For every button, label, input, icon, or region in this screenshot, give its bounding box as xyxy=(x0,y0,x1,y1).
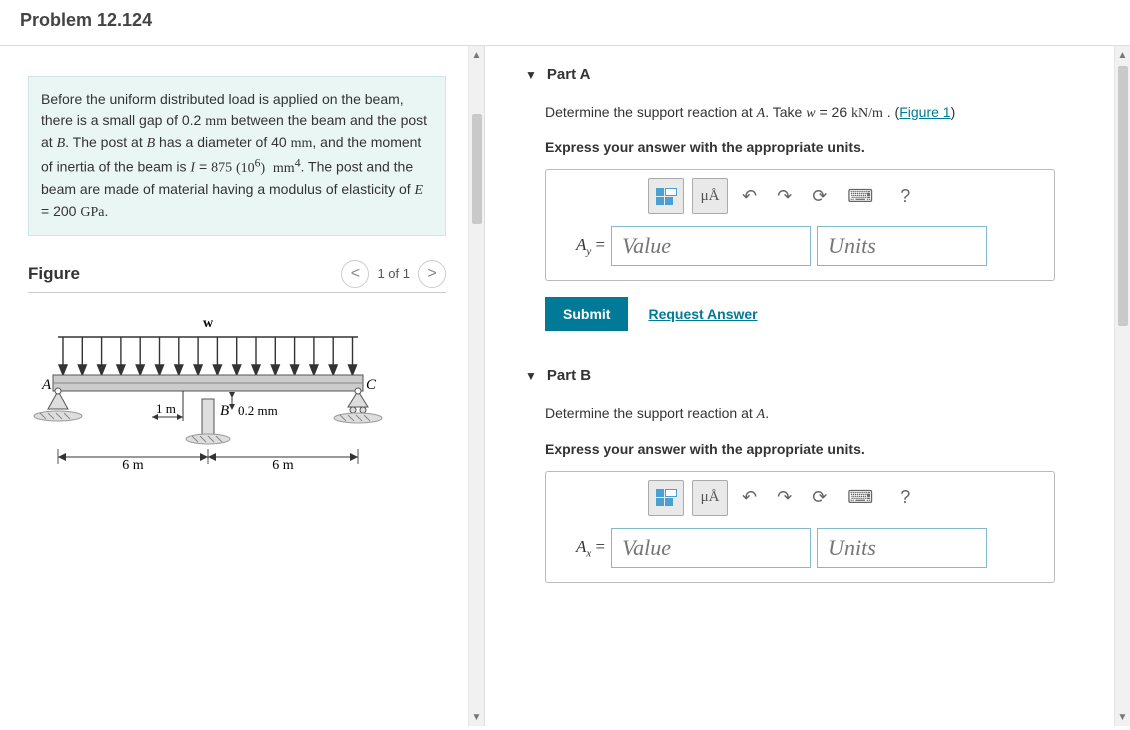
part-a-instruction: Determine the support reaction at A. Tak… xyxy=(545,101,1096,125)
problem-statement: Before the uniform distributed load is a… xyxy=(28,76,446,236)
load-label: w xyxy=(203,316,214,331)
template-button[interactable] xyxy=(648,178,684,214)
keyboard-button[interactable]: ⌨ xyxy=(841,480,879,516)
figure-page-text: 1 of 1 xyxy=(377,266,410,281)
problem-title: Problem 12.124 xyxy=(20,10,1110,31)
help-button[interactable]: ? xyxy=(887,178,923,214)
request-answer-link[interactable]: Request Answer xyxy=(648,306,757,322)
figure-area: w A C xyxy=(0,299,464,522)
figure-prev-button[interactable]: < xyxy=(341,260,369,288)
point-c-label: C xyxy=(366,377,377,393)
part-a-units-input[interactable] xyxy=(817,226,987,266)
part-a-title: Part A xyxy=(547,66,591,83)
submit-button[interactable]: Submit xyxy=(545,297,628,331)
help-button[interactable]: ? xyxy=(887,480,923,516)
part-b-toolbar: μÅ ↶ ↷ ⟳ ⌨ ? xyxy=(556,480,1044,516)
figure-link[interactable]: Figure 1 xyxy=(899,104,950,120)
point-b-label: B xyxy=(220,403,229,419)
part-a-value-input[interactable] xyxy=(611,226,811,266)
part-b-units-input[interactable] xyxy=(817,528,987,568)
figure-next-button[interactable]: > xyxy=(418,260,446,288)
scroll-up-icon[interactable]: ▲ xyxy=(469,46,484,64)
redo-button[interactable]: ↷ xyxy=(771,480,798,516)
beam-diagram: w A C xyxy=(28,309,388,509)
gap-label: 0.2 mm xyxy=(238,403,278,418)
part-b: ▼ Part B Determine the support reaction … xyxy=(485,347,1110,598)
reset-button[interactable]: ⟳ xyxy=(806,480,833,516)
point-a-label: A xyxy=(41,377,52,393)
undo-button[interactable]: ↶ xyxy=(736,178,763,214)
part-a: ▼ Part A Determine the support reaction … xyxy=(485,46,1110,347)
figure-label: Figure xyxy=(28,264,80,284)
collapse-icon[interactable]: ▼ xyxy=(525,369,537,383)
part-a-answer-box: μÅ ↶ ↷ ⟳ ⌨ ? Ay = xyxy=(545,169,1055,281)
redo-button[interactable]: ↷ xyxy=(771,178,798,214)
dim-1m: 1 m xyxy=(156,401,176,416)
part-b-instruction: Determine the support reaction at A. xyxy=(545,402,1096,426)
content-area: Before the uniform distributed load is a… xyxy=(0,46,1130,726)
part-a-toolbar: μÅ ↶ ↷ ⟳ ⌨ ? xyxy=(556,178,1044,214)
right-column: ▼ Part A Determine the support reaction … xyxy=(485,46,1130,726)
special-char-button[interactable]: μÅ xyxy=(692,178,728,214)
special-char-button[interactable]: μÅ xyxy=(692,480,728,516)
span-right: 6 m xyxy=(272,458,294,473)
figure-pager: < 1 of 1 > xyxy=(341,260,446,288)
part-a-lhs: Ay = xyxy=(576,235,605,257)
part-b-answer-box: μÅ ↶ ↷ ⟳ ⌨ ? Ax = xyxy=(545,471,1055,583)
scroll-down-icon[interactable]: ▼ xyxy=(469,708,484,726)
part-b-title: Part B xyxy=(547,367,591,384)
span-left: 6 m xyxy=(122,458,144,473)
problem-header: Problem 12.124 xyxy=(0,0,1130,46)
part-b-value-input[interactable] xyxy=(611,528,811,568)
scroll-down-icon[interactable]: ▼ xyxy=(1115,708,1130,726)
left-scrollbar[interactable]: ▲ ▼ xyxy=(468,46,484,726)
collapse-icon[interactable]: ▼ xyxy=(525,68,537,82)
right-scrollbar[interactable]: ▲ ▼ xyxy=(1114,46,1130,726)
keyboard-button[interactable]: ⌨ xyxy=(841,178,879,214)
figure-header: Figure < 1 of 1 > xyxy=(28,260,446,293)
template-button[interactable] xyxy=(648,480,684,516)
left-scroll-area: Before the uniform distributed load is a… xyxy=(0,46,468,726)
scroll-up-icon[interactable]: ▲ xyxy=(1115,46,1130,64)
support-c xyxy=(334,388,382,423)
part-a-sub: Express your answer with the appropriate… xyxy=(545,139,1096,155)
reset-button[interactable]: ⟳ xyxy=(806,178,833,214)
part-b-lhs: Ax = xyxy=(576,537,605,559)
part-b-sub: Express your answer with the appropriate… xyxy=(545,441,1096,457)
left-column: Before the uniform distributed load is a… xyxy=(0,46,485,726)
undo-button[interactable]: ↶ xyxy=(736,480,763,516)
